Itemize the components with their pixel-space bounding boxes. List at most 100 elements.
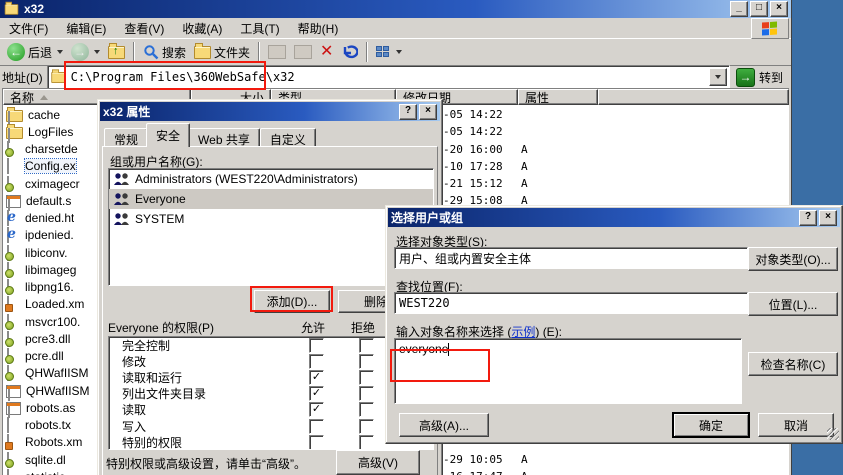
allow-column-label: 允许: [301, 319, 325, 336]
group-row[interactable]: Administrators (WEST220\Administrators): [109, 169, 433, 189]
menu-item[interactable]: 编辑(E): [57, 18, 115, 39]
delete-button[interactable]: ✕: [317, 44, 336, 60]
check-names-button[interactable]: 检查名称(C): [748, 352, 838, 376]
allow-checkbox[interactable]: [309, 338, 324, 353]
file-name[interactable]: cache: [28, 108, 60, 122]
file-name[interactable]: robots.tx: [25, 418, 71, 432]
deny-checkbox[interactable]: [359, 370, 374, 385]
close-button[interactable]: ×: [419, 104, 437, 120]
file-name[interactable]: ipdenied.: [25, 228, 74, 242]
deny-checkbox[interactable]: [359, 435, 374, 450]
help-button[interactable]: ?: [399, 104, 417, 120]
address-combo[interactable]: C:\Program Files\360WebSafe\x32: [47, 65, 730, 89]
file-name[interactable]: robots.as: [26, 401, 75, 415]
back-button[interactable]: ← 后退: [4, 42, 66, 62]
back-dropdown-icon[interactable]: [57, 50, 63, 54]
select-users-titlebar[interactable]: 选择用户或组 ? ×: [388, 208, 840, 227]
copy-to-button[interactable]: [291, 44, 315, 60]
move-to-button[interactable]: [265, 44, 289, 60]
deny-checkbox[interactable]: [359, 402, 374, 417]
file-name[interactable]: denied.ht: [25, 211, 74, 225]
allow-checkbox[interactable]: [309, 370, 324, 385]
file-name[interactable]: libimageg: [25, 263, 76, 277]
allow-checkbox[interactable]: [309, 386, 324, 401]
menu-item[interactable]: 收藏(A): [173, 18, 231, 39]
cancel-button[interactable]: 取消: [758, 413, 834, 437]
address-bar: 地址(D) C:\Program Files\360WebSafe\x32 → …: [0, 66, 791, 88]
permission-name: 特别的权限: [122, 434, 182, 450]
file-name[interactable]: pcre3.dll: [25, 332, 70, 346]
views-button[interactable]: [373, 45, 405, 60]
help-button[interactable]: ?: [799, 210, 817, 226]
file-name[interactable]: Robots.xm: [25, 435, 82, 449]
tab[interactable]: 自定义: [260, 128, 316, 147]
close-button[interactable]: ×: [770, 1, 788, 17]
go-button[interactable]: → 转到: [734, 67, 789, 88]
advanced-button[interactable]: 高级(V): [336, 450, 420, 475]
file-name[interactable]: libiconv.: [25, 246, 67, 260]
folders-button[interactable]: 文件夹: [191, 43, 253, 62]
allow-checkbox[interactable]: [309, 419, 324, 434]
close-button[interactable]: ×: [819, 210, 837, 226]
select-users-title: 选择用户或组: [391, 209, 463, 226]
advanced-button[interactable]: 高级(A)...: [399, 413, 489, 437]
location-field[interactable]: WEST220: [394, 292, 748, 314]
file-name[interactable]: statistic: [25, 470, 65, 475]
examples-link[interactable]: 示例: [511, 325, 535, 339]
file-name[interactable]: LogFiles: [28, 125, 73, 139]
column-header-attributes[interactable]: 属性: [518, 89, 598, 105]
deny-checkbox[interactable]: [359, 338, 374, 353]
deny-checkbox[interactable]: [359, 354, 374, 369]
file-icon: [6, 402, 21, 415]
deny-checkbox[interactable]: [359, 386, 374, 401]
explorer-titlebar[interactable]: x32 _ □ ×: [0, 0, 791, 18]
deny-checkbox[interactable]: [359, 419, 374, 434]
menu-item[interactable]: 工具(T): [231, 18, 288, 39]
up-button[interactable]: ↑: [105, 45, 128, 60]
properties-titlebar[interactable]: x32 属性 ? ×: [100, 102, 440, 121]
locations-button[interactable]: 位置(L)...: [748, 292, 838, 316]
forward-dropdown-icon[interactable]: [94, 50, 100, 54]
add-button[interactable]: 添加(D)...: [254, 290, 330, 313]
forward-button[interactable]: →: [68, 42, 103, 62]
file-icon: [6, 110, 23, 122]
file-name[interactable]: Config.ex: [25, 159, 76, 173]
undo-icon: [341, 44, 358, 60]
object-type-field[interactable]: 用户、组或内置安全主体: [394, 247, 748, 269]
undo-button[interactable]: [338, 43, 361, 61]
file-name[interactable]: libpng16.: [25, 280, 74, 294]
ok-button[interactable]: 确定: [673, 413, 749, 437]
object-types-button[interactable]: 对象类型(O)...: [748, 247, 838, 271]
object-names-input[interactable]: everyone: [394, 338, 742, 404]
file-name[interactable]: QHWafIISM: [26, 384, 90, 398]
file-name[interactable]: msvcr100.: [25, 315, 80, 329]
up-folder-icon: ↑: [108, 46, 125, 59]
allow-checkbox[interactable]: [309, 435, 324, 450]
move-to-icon: [268, 45, 286, 59]
search-button[interactable]: 搜索: [140, 43, 189, 62]
file-name[interactable]: default.s: [26, 194, 71, 208]
file-name[interactable]: sqlite.dl: [25, 453, 66, 467]
file-attribute: A: [521, 177, 528, 190]
tab[interactable]: 安全: [146, 123, 190, 147]
menu-item[interactable]: 帮助(H): [289, 18, 348, 39]
address-dropdown-button[interactable]: [709, 68, 727, 86]
file-name[interactable]: Loaded.xm: [25, 297, 84, 311]
file-name[interactable]: pcre.dll: [25, 349, 64, 363]
window-title: x32: [24, 2, 44, 16]
tab[interactable]: 常规: [104, 128, 148, 147]
resize-grip[interactable]: [827, 428, 839, 440]
file-name[interactable]: cximagecr: [25, 177, 80, 191]
address-value[interactable]: C:\Program Files\360WebSafe\x32: [71, 70, 295, 84]
menu-item[interactable]: 文件(F): [0, 18, 57, 39]
allow-checkbox[interactable]: [309, 354, 324, 369]
file-name[interactable]: charsetde: [25, 142, 78, 156]
minimize-button[interactable]: _: [730, 1, 748, 17]
menu-item[interactable]: 查看(V): [115, 18, 173, 39]
tab[interactable]: Web 共享: [188, 128, 260, 147]
file-name[interactable]: QHWafIISM: [25, 366, 89, 380]
allow-checkbox[interactable]: [309, 402, 324, 417]
maximize-button[interactable]: □: [750, 1, 768, 17]
file-icon: [6, 159, 20, 173]
views-dropdown-icon[interactable]: [396, 50, 402, 54]
